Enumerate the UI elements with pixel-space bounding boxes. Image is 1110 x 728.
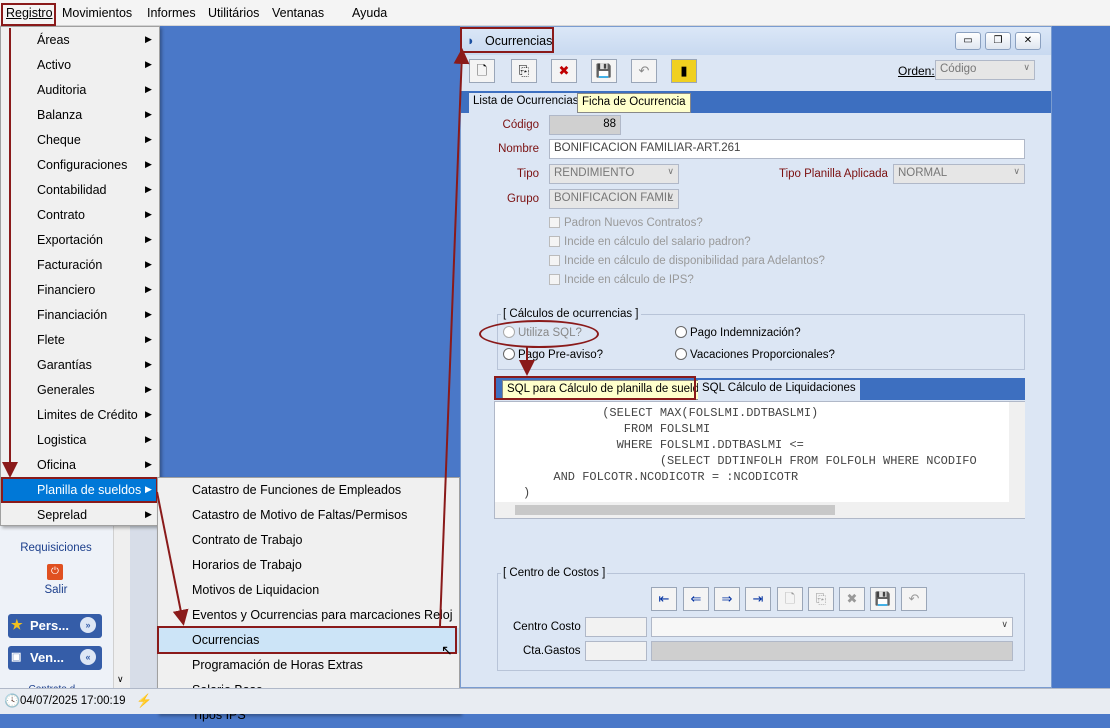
annotation-arrows <box>2 28 535 627</box>
